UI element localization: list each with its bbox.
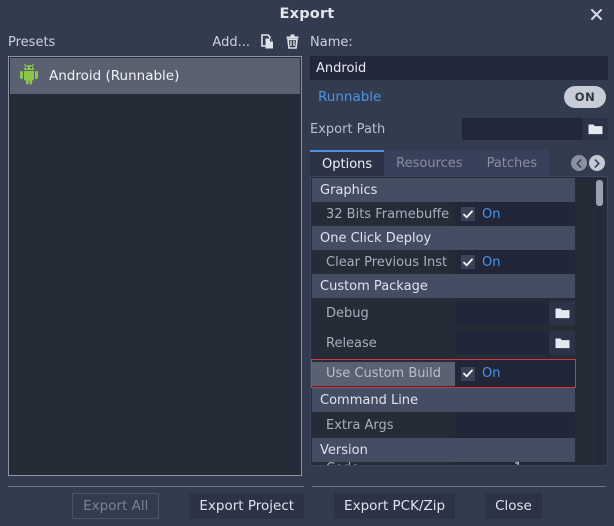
property-value[interactable]: On: [455, 250, 575, 274]
table-row[interactable]: Clear Previous Inst On: [312, 250, 575, 274]
table-row[interactable]: Code 1: [312, 462, 575, 465]
preset-details-column: Name: Android Runnable ON Export Path Op…: [310, 28, 608, 486]
tabbar: Options Resources Patches: [310, 148, 608, 176]
property-name: Debug: [326, 305, 369, 321]
footer-separator-right: [312, 486, 606, 487]
property-category: Version: [312, 438, 575, 462]
property-value[interactable]: On: [455, 202, 575, 226]
dialog-footer: Export All Export Project Export PCK/Zip…: [0, 486, 614, 526]
list-item-label: Android (Runnable): [49, 68, 180, 84]
export-options-panel: Graphics 32 Bits Framebuffe On One Click…: [310, 176, 608, 466]
vertical-scrollbar[interactable]: [596, 180, 603, 464]
export-project-button[interactable]: Export Project: [189, 493, 305, 519]
export-path-label: Export Path: [310, 121, 386, 137]
list-item[interactable]: Android (Runnable): [10, 58, 300, 94]
footer-separator-left: [8, 486, 304, 487]
property-list: Graphics 32 Bits Framebuffe On One Click…: [311, 178, 576, 465]
table-row-use-custom-build[interactable]: Use Custom Build On: [311, 359, 576, 388]
property-value[interactable]: 1: [455, 462, 575, 465]
presets-column: Presets Add... Android (Runnable): [8, 28, 304, 486]
export-path-row: Export Path: [310, 114, 608, 144]
chevron-up-icon[interactable]: [558, 462, 569, 465]
property-value[interactable]: [455, 331, 575, 355]
trash-icon[interactable]: [280, 31, 304, 53]
checkbox-icon[interactable]: [461, 207, 475, 221]
property-value[interactable]: [455, 301, 575, 325]
property-category: Custom Package: [312, 274, 575, 298]
tab-patches[interactable]: Patches: [474, 150, 550, 176]
add-preset-button[interactable]: Add...: [206, 33, 256, 52]
scrollbar-thumb[interactable]: [596, 180, 603, 206]
property-name: Extra Args: [326, 417, 394, 433]
export-path-input[interactable]: [462, 118, 582, 140]
table-row[interactable]: 32 Bits Framebuffe On: [312, 202, 575, 226]
dialog-title: Export: [279, 6, 335, 22]
property-value[interactable]: [455, 412, 575, 438]
chevron-left-icon[interactable]: [571, 155, 587, 171]
table-row[interactable]: Extra Args: [312, 412, 575, 438]
runnable-toggle[interactable]: ON: [564, 86, 606, 108]
folder-icon[interactable]: [549, 301, 575, 325]
name-label: Name:: [310, 34, 353, 50]
property-name: Use Custom Build: [312, 361, 455, 386]
presets-list[interactable]: Android (Runnable): [8, 56, 302, 476]
property-name: 32 Bits Framebuffe: [326, 206, 450, 222]
property-category: One Click Deploy: [312, 226, 575, 250]
checkbox-icon[interactable]: [461, 255, 475, 269]
property-name: Release: [326, 335, 377, 351]
property-value-label: On: [482, 254, 501, 270]
close-icon[interactable]: [586, 4, 606, 24]
presets-toolbar: Presets Add...: [8, 28, 304, 56]
export-all-button[interactable]: Export All: [72, 493, 160, 519]
runnable-row: Runnable ON: [310, 80, 608, 114]
property-category: Graphics: [312, 178, 575, 202]
presets-label: Presets: [8, 34, 56, 50]
android-icon: [18, 63, 40, 89]
spin-value: 1: [514, 462, 522, 465]
export-pck-zip-button[interactable]: Export PCK/Zip: [334, 493, 456, 519]
checkbox-icon[interactable]: [461, 366, 475, 381]
folder-icon[interactable]: [549, 331, 575, 355]
tab-options[interactable]: Options: [310, 150, 385, 176]
dialog-body: Presets Add... Android (Runnable) Name: …: [0, 28, 614, 486]
chevron-right-icon[interactable]: [589, 155, 605, 171]
property-value-label: On: [482, 206, 501, 222]
tab-resources[interactable]: Resources: [384, 150, 475, 176]
duplicate-icon[interactable]: [256, 31, 280, 53]
runnable-label[interactable]: Runnable: [310, 89, 381, 105]
table-row[interactable]: Debug: [312, 298, 575, 328]
dialog-titlebar: Export: [0, 0, 614, 28]
table-row[interactable]: Release: [312, 328, 575, 358]
folder-icon[interactable]: [582, 118, 608, 140]
close-button[interactable]: Close: [485, 493, 542, 519]
property-value-label: On: [482, 366, 501, 381]
property-value[interactable]: On: [455, 360, 575, 387]
property-name: Clear Previous Inst: [326, 254, 448, 270]
name-input[interactable]: Android: [310, 56, 608, 80]
property-category: Command Line: [312, 388, 575, 412]
property-name: Code: [312, 462, 455, 465]
